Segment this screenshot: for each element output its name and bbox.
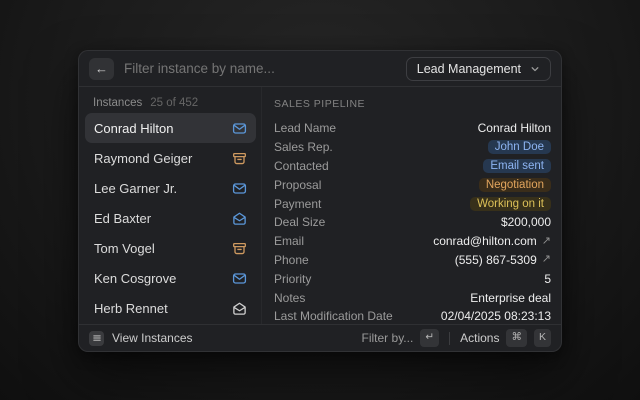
desktop: { "header": { "back_icon": "←", "search_… [0, 0, 640, 400]
detail-label: Phone [274, 253, 309, 267]
archive-icon [232, 151, 247, 166]
detail-label: Deal Size [274, 215, 325, 229]
back-arrow-icon: ← [95, 61, 108, 76]
detail-label: Notes [274, 291, 305, 305]
instance-list: Conrad Hilton Raymond Geiger Lee Garner … [85, 113, 256, 323]
detail-row: Email conrad@hilton.com ↗ [274, 232, 551, 251]
detail-value: $200,000 [501, 215, 551, 229]
search-input[interactable] [124, 61, 396, 76]
detail-value-wrap: Negotiation [479, 178, 551, 192]
list-item-label: Ed Baxter [94, 211, 151, 226]
detail-value: (555) 867-5309 [455, 253, 537, 267]
detail-value: 5 [544, 272, 551, 286]
detail-value: Working on it [470, 197, 551, 211]
view-dropdown-value: Lead Management [417, 62, 521, 76]
list-item-label: Conrad Hilton [94, 121, 174, 136]
archive-icon [232, 241, 247, 256]
external-link-icon: ↗ [542, 236, 551, 247]
detail-label: Last Modification Date [274, 309, 393, 323]
envelope-icon [232, 121, 247, 136]
detail-value: Email sent [483, 159, 551, 173]
footer-actions-group: Filter by... ↵ Actions ⌘ K [362, 329, 551, 346]
list-item[interactable]: Lee Garner Jr. [85, 173, 256, 203]
detail-value: Negotiation [479, 178, 551, 192]
list-item-label: Lee Garner Jr. [94, 181, 177, 196]
detail-row: Sales Rep. John Doe [274, 138, 551, 157]
detail-value-wrap: 5 [544, 272, 551, 286]
footer-bar: View Instances Filter by... ↵ Actions ⌘ … [79, 324, 561, 351]
envelope-icon [232, 181, 247, 196]
detail-value: 02/04/2025 08:23:13 [441, 309, 551, 323]
detail-row: Contacted Email sent [274, 157, 551, 176]
view-instances-label: View Instances [112, 331, 193, 345]
detail-row: Payment Working on it [274, 194, 551, 213]
detail-value-wrap: Conrad Hilton [478, 121, 551, 135]
list-item[interactable]: Conrad Hilton [85, 113, 256, 143]
detail-value-wrap: Email sent [483, 159, 551, 173]
detail-value: Conrad Hilton [478, 121, 551, 135]
detail-label: Lead Name [274, 121, 336, 135]
view-dropdown[interactable]: Lead Management [406, 57, 551, 81]
detail-value-wrap[interactable]: conrad@hilton.com ↗ [433, 234, 551, 248]
list-header: Instances 25 of 452 [85, 91, 256, 113]
back-button[interactable]: ← [89, 58, 114, 80]
detail-label: Priority [274, 272, 311, 286]
list-item-label: Ken Cosgrove [94, 271, 176, 286]
detail-value: conrad@hilton.com [433, 234, 537, 248]
list-item-label: Raymond Geiger [94, 151, 192, 166]
envelope-open-icon [232, 301, 247, 316]
envelope-icon [232, 271, 247, 286]
detail-row: Lead Name Conrad Hilton [274, 119, 551, 138]
detail-value-wrap: 02/04/2025 08:23:13 [441, 309, 551, 323]
k-key-icon[interactable]: K [534, 329, 551, 346]
command-palette-window: ← Lead Management Instances 25 of 452 Co… [78, 50, 562, 352]
enter-key-icon[interactable]: ↵ [420, 329, 439, 346]
search-bar: ← Lead Management [79, 51, 561, 87]
instances-panel: Instances 25 of 452 Conrad Hilton Raymon… [79, 87, 261, 324]
actions-label[interactable]: Actions [460, 331, 499, 345]
detail-row: Deal Size $200,000 [274, 213, 551, 232]
detail-label: Proposal [274, 178, 321, 192]
detail-value-wrap: $200,000 [501, 215, 551, 229]
details-title: SALES PIPELINE [274, 98, 551, 110]
list-item[interactable]: Tom Vogel [85, 233, 256, 263]
list-item[interactable]: Ed Baxter [85, 203, 256, 233]
list-item[interactable]: Herb Rennet [85, 293, 256, 323]
detail-label: Sales Rep. [274, 140, 333, 154]
cmd-key-icon[interactable]: ⌘ [506, 329, 527, 346]
detail-row: Phone (555) 867-5309 ↗ [274, 251, 551, 270]
detail-label: Email [274, 234, 304, 248]
chevron-down-icon [530, 64, 540, 74]
detail-label: Contacted [274, 159, 329, 173]
detail-row: Notes Enterprise deal [274, 288, 551, 307]
list-item[interactable]: Ken Cosgrove [85, 263, 256, 293]
detail-label: Payment [274, 197, 321, 211]
view-instances-icon [89, 331, 104, 346]
detail-row: Proposal Negotiation [274, 175, 551, 194]
detail-value: John Doe [488, 140, 551, 154]
list-item-label: Tom Vogel [94, 241, 155, 256]
detail-row: Priority 5 [274, 269, 551, 288]
list-item[interactable]: Raymond Geiger [85, 143, 256, 173]
envelope-open-icon [232, 211, 247, 226]
detail-rows: Lead Name Conrad Hilton Sales Rep. John … [274, 119, 551, 326]
detail-row: Last Modification Date 02/04/2025 08:23:… [274, 307, 551, 326]
detail-value-wrap: Working on it [470, 197, 551, 211]
detail-value: Enterprise deal [470, 291, 551, 305]
details-panel: SALES PIPELINE Lead Name Conrad Hilton S… [261, 87, 561, 324]
detail-value-wrap: John Doe [488, 140, 551, 154]
list-count: 25 of 452 [150, 97, 198, 109]
filter-by-label[interactable]: Filter by... [362, 331, 414, 345]
footer-divider [449, 332, 450, 345]
list-title: Instances [93, 97, 142, 109]
main-area: Instances 25 of 452 Conrad Hilton Raymon… [79, 87, 561, 324]
detail-value-wrap: Enterprise deal [470, 291, 551, 305]
external-link-icon: ↗ [542, 254, 551, 265]
list-item-label: Herb Rennet [94, 301, 168, 316]
detail-value-wrap[interactable]: (555) 867-5309 ↗ [455, 253, 551, 267]
